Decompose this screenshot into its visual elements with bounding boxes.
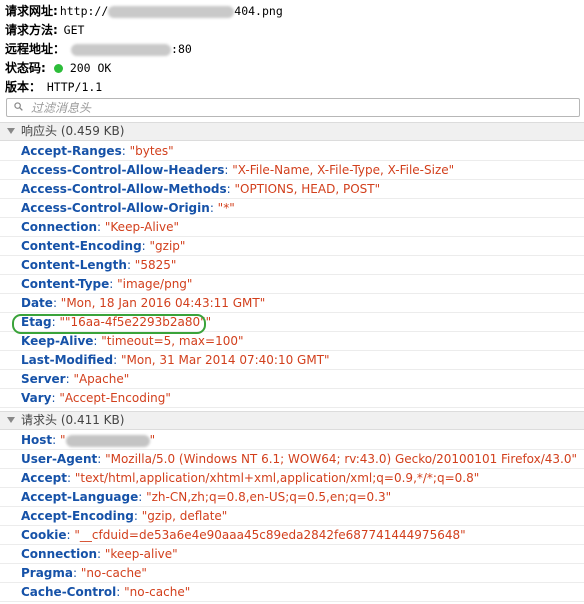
- version-line: 版本： HTTP/1.1: [5, 78, 584, 97]
- header-row[interactable]: Accept-Language: "zh-CN,zh;q=0.8,en-US;q…: [0, 488, 584, 507]
- header-row[interactable]: Cookie: "__cfduid=de53a6e4e90aaa45c89eda…: [0, 526, 584, 545]
- status-line: 状态码: 200 OK: [5, 59, 584, 78]
- header-row-host[interactable]: Host: " ": [0, 431, 584, 450]
- header-value: "OPTIONS, HEAD, POST": [234, 182, 381, 196]
- header-value: "no-cache": [80, 566, 147, 580]
- header-row[interactable]: Connection: "Keep-Alive": [0, 218, 584, 237]
- request-headers-title: 请求头 (0.411 KB): [21, 413, 125, 427]
- header-value: "Mon, 31 Mar 2014 07:40:10 GMT": [120, 353, 330, 367]
- header-row[interactable]: Connection: "keep-alive": [0, 545, 584, 564]
- version-value: HTTP/1.1: [46, 80, 103, 94]
- header-value: "Mon, 18 Jan 2016 04:43:11 GMT": [60, 296, 266, 310]
- response-headers-section[interactable]: 响应头 (0.459 KB): [0, 122, 584, 141]
- status-dot-icon: [53, 64, 63, 73]
- header-name: Cookie: [21, 528, 67, 542]
- header-value: "no-cache": [124, 585, 191, 599]
- collapse-triangle-icon: [7, 128, 15, 134]
- header-row[interactable]: Access-Control-Allow-Origin: "*": [0, 199, 584, 218]
- remote-line: 远程地址： :80: [5, 40, 584, 59]
- header-value: "Keep-Alive": [104, 220, 180, 234]
- method-line: 请求方法: GET: [5, 21, 584, 40]
- header-value: "gzip, deflate": [141, 509, 228, 523]
- header-value: "__cfduid=de53a6e4e90aaa45c89eda2842fe68…: [74, 528, 466, 542]
- url-suffix[interactable]: 404.png: [234, 4, 282, 18]
- header-row[interactable]: Content-Length: "5825": [0, 256, 584, 275]
- header-value: "keep-alive": [104, 547, 178, 561]
- redacted-domain: [108, 5, 235, 18]
- header-name: Etag: [21, 315, 52, 329]
- collapse-triangle-icon: [7, 417, 15, 423]
- header-row[interactable]: Last-Modified: "Mon, 31 Mar 2014 07:40:1…: [0, 351, 584, 370]
- header-name: Accept: [21, 471, 67, 485]
- header-name: Server: [21, 372, 66, 386]
- header-name: Content-Length: [21, 258, 127, 272]
- header-value: "Mozilla/5.0 (Windows NT 6.1; WOW64; rv:…: [105, 452, 578, 466]
- header-row[interactable]: Accept-Ranges: "bytes": [0, 142, 584, 161]
- header-name: Connection: [21, 547, 98, 561]
- header-row[interactable]: Accept: "text/html,application/xhtml+xml…: [0, 469, 584, 488]
- response-headers-title: 响应头 (0.459 KB): [21, 124, 125, 138]
- header-value: "bytes": [129, 144, 174, 158]
- header-row[interactable]: Pragma: "no-cache": [0, 564, 584, 583]
- header-value: "5825": [134, 258, 177, 272]
- header-value: ""16aa-4f5e2293b2a80"": [59, 315, 212, 329]
- header-row[interactable]: Vary: "Accept-Encoding": [0, 389, 584, 408]
- filter-headers-box[interactable]: [6, 98, 580, 117]
- header-row[interactable]: Content-Encoding: "gzip": [0, 237, 584, 256]
- header-name: Host: [21, 433, 53, 447]
- filter-headers-input[interactable]: [31, 100, 551, 115]
- status-label: 状态码:: [5, 61, 46, 75]
- method-label: 请求方法:: [5, 23, 58, 37]
- header-value: "timeout=5, max=100": [101, 334, 244, 348]
- header-value: "gzip": [149, 239, 186, 253]
- header-name: Date: [21, 296, 53, 310]
- url-prefix[interactable]: http://: [60, 4, 108, 18]
- header-value: "image/png": [117, 277, 193, 291]
- remote-port: :80: [171, 42, 192, 56]
- header-value: "X-File-Name, X-File-Type, X-File-Size": [232, 163, 455, 177]
- header-name: Connection: [21, 220, 98, 234]
- header-row[interactable]: Etag: ""16aa-4f5e2293b2a80"": [0, 313, 584, 332]
- request-summary: 请求网址: http:// 404.png 请求方法: GET 远程地址： :80 状…: [0, 0, 584, 97]
- redacted-ip: [71, 43, 172, 56]
- header-name: Content-Type: [21, 277, 110, 291]
- header-row[interactable]: Accept-Encoding: "gzip, deflate": [0, 507, 584, 526]
- search-icon: [14, 102, 23, 111]
- header-name: Vary: [21, 391, 52, 405]
- url-line: 请求网址: http:// 404.png: [5, 2, 584, 21]
- header-name: Accept-Ranges: [21, 144, 122, 158]
- request-headers-section[interactable]: 请求头 (0.411 KB): [0, 411, 584, 430]
- header-name: Last-Modified: [21, 353, 114, 367]
- header-row[interactable]: Cache-Control: "no-cache": [0, 583, 584, 602]
- header-name: Accept-Encoding: [21, 509, 134, 523]
- header-name: Cache-Control: [21, 585, 117, 599]
- version-label: 版本：: [5, 80, 42, 94]
- header-row[interactable]: Access-Control-Allow-Headers: "X-File-Na…: [0, 161, 584, 180]
- header-row[interactable]: Server: "Apache": [0, 370, 584, 389]
- header-value: "text/html,application/xhtml+xml,applica…: [74, 471, 480, 485]
- header-name: Content-Encoding: [21, 239, 142, 253]
- header-name: User-Agent: [21, 452, 98, 466]
- header-name: Access-Control-Allow-Origin: [21, 201, 210, 215]
- redacted-host: [65, 434, 150, 447]
- remote-label: 远程地址：: [5, 42, 66, 56]
- url-label: 请求网址:: [5, 4, 58, 18]
- header-row[interactable]: Access-Control-Allow-Methods: "OPTIONS, …: [0, 180, 584, 199]
- header-row[interactable]: Date: "Mon, 18 Jan 2016 04:43:11 GMT": [0, 294, 584, 313]
- header-row[interactable]: Keep-Alive: "timeout=5, max=100": [0, 332, 584, 351]
- status-value: 200 OK: [69, 61, 112, 75]
- header-name: Keep-Alive: [21, 334, 94, 348]
- method-value: GET: [63, 23, 85, 37]
- header-name: Access-Control-Allow-Methods: [21, 182, 227, 196]
- header-row[interactable]: Content-Type: "image/png": [0, 275, 584, 294]
- header-name: Accept-Language: [21, 490, 139, 504]
- header-row[interactable]: User-Agent: "Mozilla/5.0 (Windows NT 6.1…: [0, 450, 584, 469]
- header-value: "Accept-Encoding": [59, 391, 171, 405]
- header-value: "Apache": [73, 372, 130, 386]
- header-name: Access-Control-Allow-Headers: [21, 163, 225, 177]
- header-name: Pragma: [21, 566, 74, 580]
- header-value: "*": [217, 201, 235, 215]
- header-value: "zh-CN,zh;q=0.8,en-US;q=0.5,en;q=0.3": [146, 490, 392, 504]
